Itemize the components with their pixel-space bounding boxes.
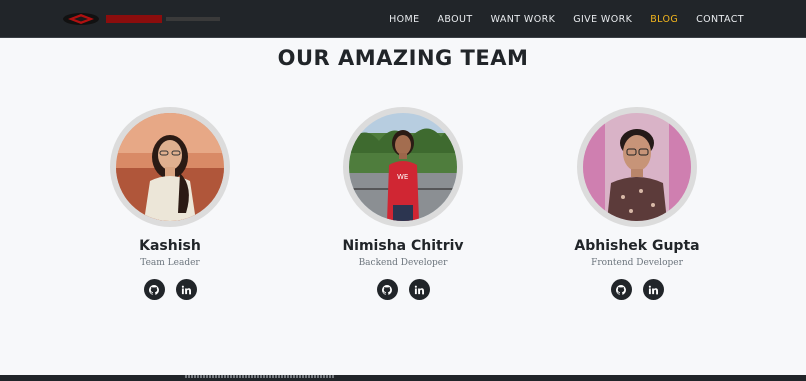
avatar-photo xyxy=(583,113,691,221)
social-links xyxy=(547,279,727,300)
linkedin-icon xyxy=(414,285,424,294)
avatar-ring xyxy=(577,107,697,227)
social-links xyxy=(80,279,260,300)
linkedin-button[interactable] xyxy=(408,279,430,300)
brand-logo[interactable] xyxy=(62,12,222,26)
avatar-photo: WE xyxy=(349,113,457,221)
linkedin-icon xyxy=(648,285,658,294)
nav-about[interactable]: ABOUT xyxy=(438,14,473,25)
team-member-card: Abhishek Gupta Frontend Developer xyxy=(547,107,727,300)
avatar-ring: WE xyxy=(343,107,463,227)
navbar: HOME ABOUT WANT WORK GIVE WORK BLOG CONT… xyxy=(0,0,806,38)
nav-want-work[interactable]: WANT WORK xyxy=(491,14,556,25)
member-role: Frontend Developer xyxy=(591,258,683,268)
svg-text:WE: WE xyxy=(397,173,408,181)
member-name: Nimisha Chitriv xyxy=(342,238,464,254)
linkedin-button[interactable] xyxy=(175,279,197,300)
main-nav: HOME ABOUT WANT WORK GIVE WORK BLOG CONT… xyxy=(389,0,744,38)
nav-home[interactable]: HOME xyxy=(389,14,419,25)
nav-blog[interactable]: BLOG xyxy=(650,14,678,25)
github-icon xyxy=(382,284,392,295)
footer xyxy=(0,375,806,381)
linkedin-button[interactable] xyxy=(642,279,664,300)
team-member-card: WE Nimisha Chitriv Backend Developer xyxy=(313,107,493,300)
section-title: OUR AMAZING TEAM xyxy=(277,46,529,70)
member-name: Abhishek Gupta xyxy=(574,238,700,254)
linkedin-icon xyxy=(181,285,191,294)
github-icon xyxy=(616,284,626,295)
social-links xyxy=(313,279,493,300)
footer-text-fragment xyxy=(185,375,335,378)
nav-give-work[interactable]: GIVE WORK xyxy=(573,14,632,25)
member-role: Backend Developer xyxy=(358,258,448,268)
github-button[interactable] xyxy=(143,279,165,300)
member-role: Team Leader xyxy=(140,258,200,268)
member-name: Kashish xyxy=(139,238,201,254)
github-button[interactable] xyxy=(610,279,632,300)
github-icon xyxy=(149,284,159,295)
avatar-photo xyxy=(116,113,224,221)
github-button[interactable] xyxy=(376,279,398,300)
team-member-card: Kashish Team Leader xyxy=(80,107,260,300)
avatar-ring xyxy=(110,107,230,227)
nav-contact[interactable]: CONTACT xyxy=(696,14,744,25)
